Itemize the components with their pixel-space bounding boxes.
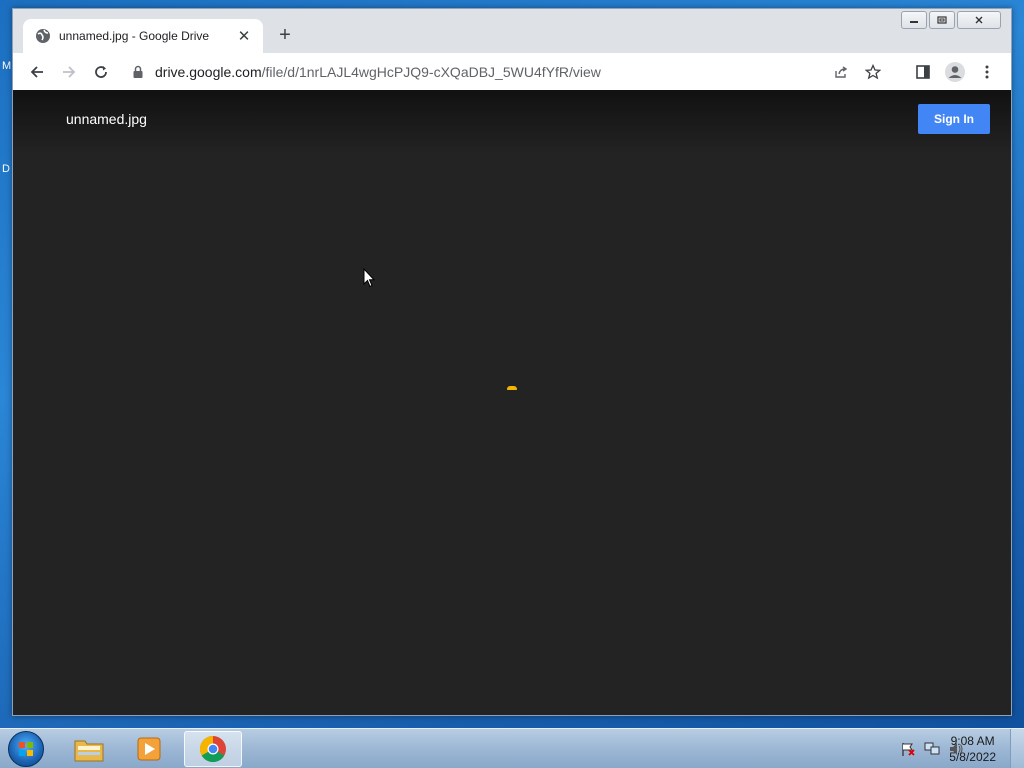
viewer-header: [13, 90, 1011, 154]
minimize-icon: [910, 21, 918, 23]
lock-icon[interactable]: [131, 65, 145, 79]
minimize-button[interactable]: [901, 11, 927, 29]
url-path: /file/d/1nrLAJL4wgHcPJQ9-cXQaDBJ_5WU4fYf…: [261, 63, 601, 80]
browser-toolbar: drive.google.com/file/d/1nrLAJL4wgHcPJQ9…: [13, 53, 1011, 90]
network-icon[interactable]: [924, 741, 940, 757]
title-bar[interactable]: unnamed.jpg - Google Drive ✕ +: [13, 9, 1011, 53]
more-vertical-icon: [985, 65, 989, 78]
mouse-cursor-icon: [363, 268, 375, 288]
start-button[interactable]: [8, 731, 44, 767]
browser-window: unnamed.jpg - Google Drive ✕ + drive.goo…: [12, 8, 1012, 716]
window-controls: [901, 11, 1001, 29]
close-window-button[interactable]: [957, 11, 1001, 29]
desktop-icon-label-d: D: [2, 163, 10, 175]
new-tab-button[interactable]: +: [273, 23, 297, 47]
url-host: drive.google.com: [155, 63, 262, 80]
taskbar-explorer[interactable]: [60, 731, 118, 767]
bookmark-button[interactable]: [857, 57, 889, 87]
close-icon: [975, 16, 983, 24]
taskbar-media-player[interactable]: [120, 731, 178, 767]
side-panel-button[interactable]: [907, 56, 939, 88]
reload-icon: [95, 65, 107, 78]
browser-tab[interactable]: unnamed.jpg - Google Drive ✕: [23, 19, 263, 53]
chrome-icon: [199, 735, 226, 763]
menu-button[interactable]: [971, 56, 1003, 88]
address-bar[interactable]: drive.google.com/file/d/1nrLAJL4wgHcPJQ9…: [123, 56, 897, 87]
profile-button[interactable]: [939, 56, 971, 88]
clock[interactable]: 9:08 AM 5/8/2022: [949, 733, 996, 765]
arrow-left-icon: [30, 65, 43, 78]
avatar-icon: [945, 61, 965, 82]
maximize-button[interactable]: [929, 11, 955, 29]
restore-icon: [937, 16, 947, 24]
tab-title: unnamed.jpg - Google Drive: [59, 29, 210, 43]
sign-in-button[interactable]: Sign In: [918, 104, 990, 134]
url-text[interactable]: drive.google.com/file/d/1nrLAJL4wgHcPJQ9…: [155, 64, 825, 80]
share-button[interactable]: [825, 57, 857, 87]
tab-close-icon[interactable]: ✕: [235, 27, 253, 45]
star-icon: [865, 63, 881, 79]
folder-icon: [74, 740, 104, 762]
media-player-icon: [137, 737, 161, 761]
action-center-flag-icon[interactable]: [900, 741, 916, 757]
clock-date: 5/8/2022: [949, 750, 996, 764]
share-icon: [835, 65, 848, 78]
arrow-right-icon: [63, 65, 76, 78]
show-desktop-button[interactable]: [1010, 729, 1024, 768]
desktop-icon-label-m: M: [2, 60, 12, 72]
side-panel-icon: [916, 64, 930, 79]
windows-logo-icon: [19, 742, 33, 756]
taskbar: 9:08 AM 5/8/2022: [0, 728, 1024, 768]
file-name: unnamed.jpg: [66, 111, 147, 127]
back-button[interactable]: [21, 56, 53, 88]
clock-time: 9:08 AM: [950, 734, 995, 748]
loading-spinner: [507, 386, 517, 390]
reload-button[interactable]: [85, 56, 117, 88]
forward-button[interactable]: [53, 56, 85, 88]
taskbar-chrome[interactable]: [184, 731, 242, 767]
drive-viewer: unnamed.jpg Sign In: [13, 90, 1011, 715]
toolbar-right-icons: [907, 56, 1003, 88]
globe-icon: [36, 29, 50, 43]
